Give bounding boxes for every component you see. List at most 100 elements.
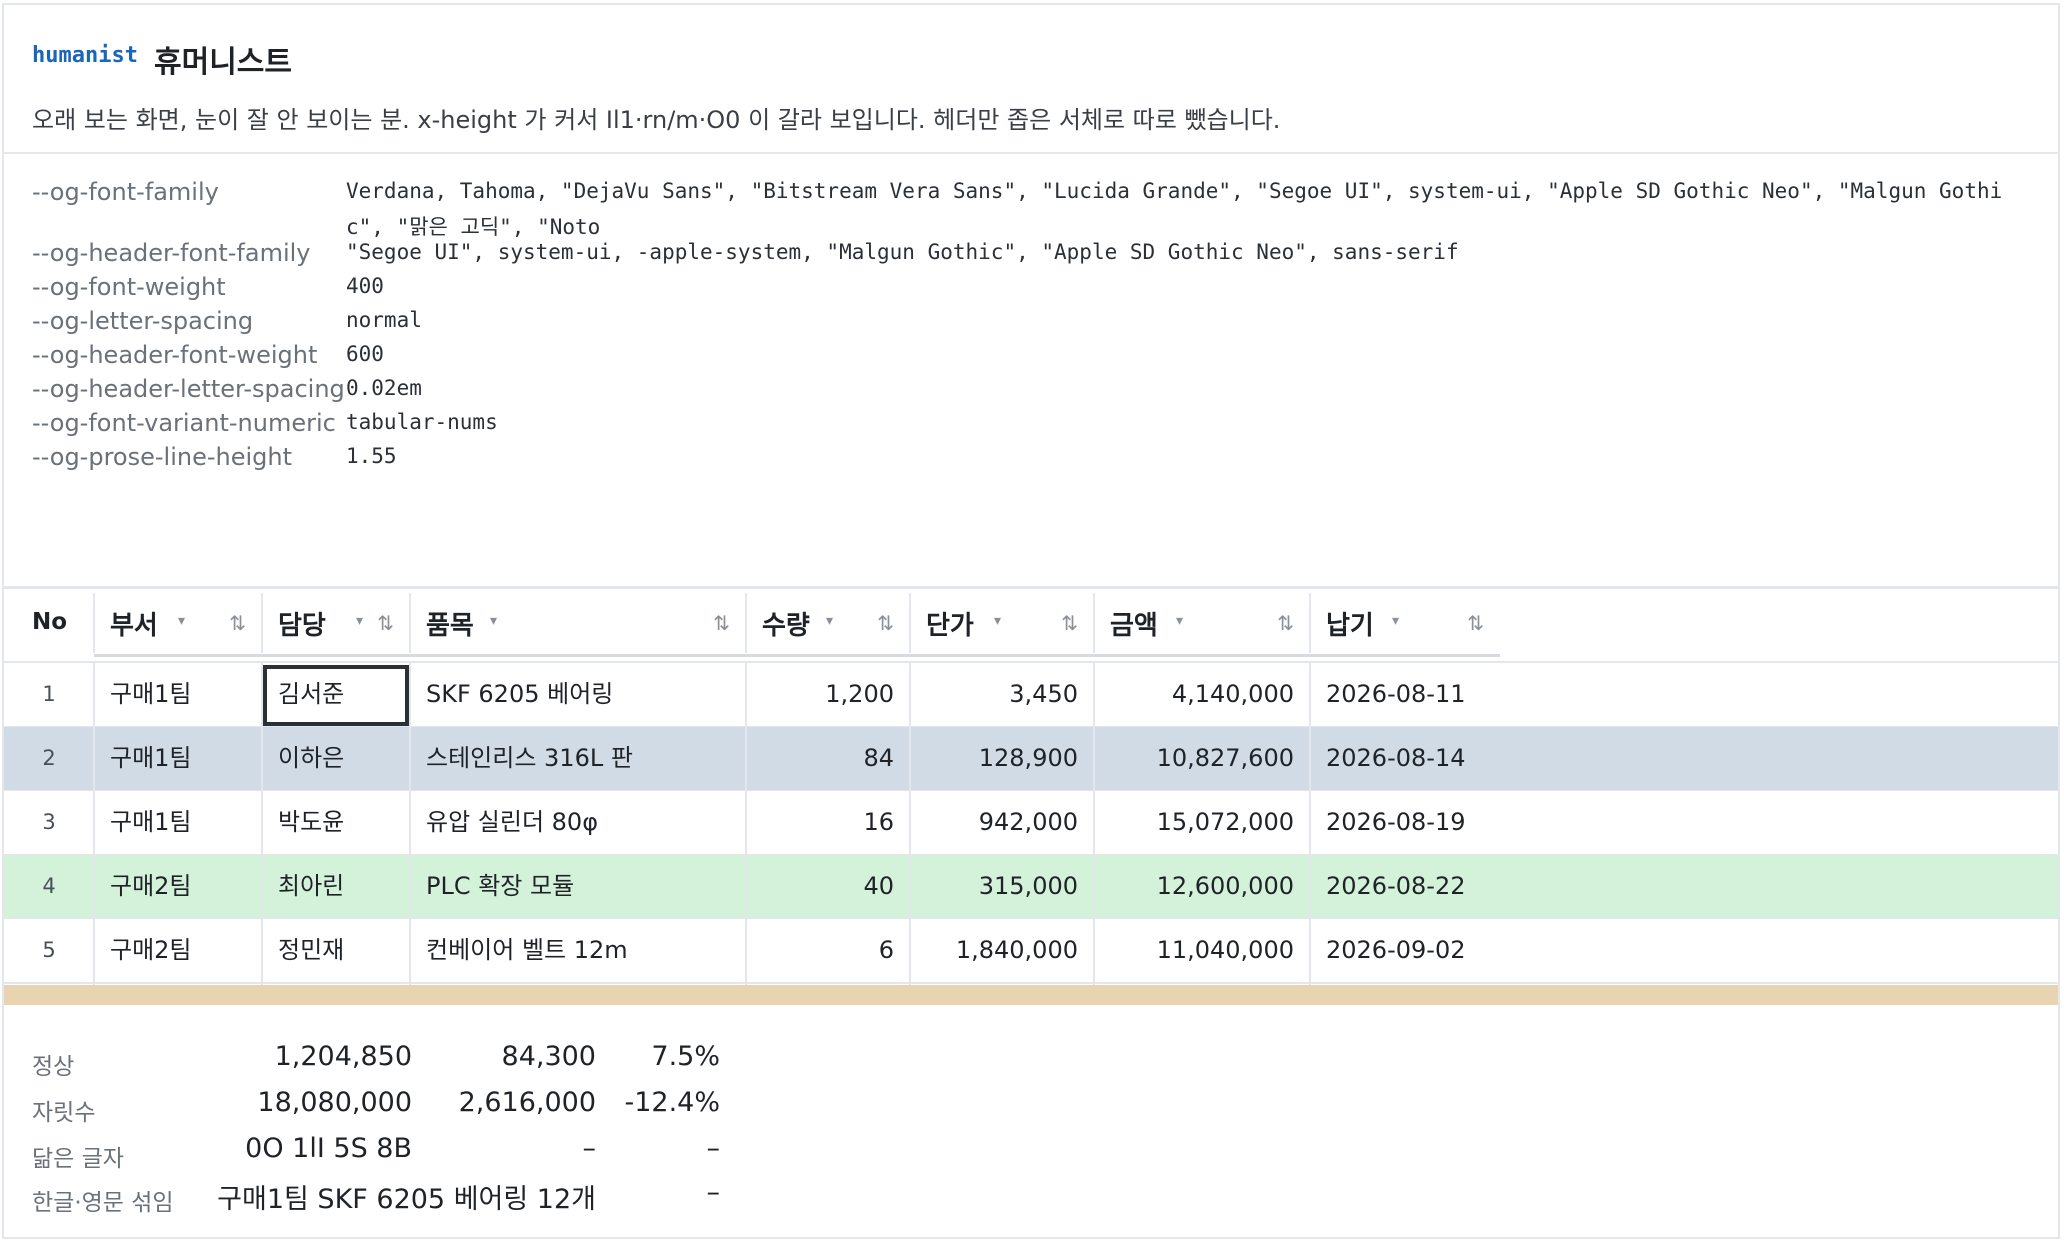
cell-amount[interactable]: 12,600,000 bbox=[1094, 855, 1310, 918]
theme-tag: humanist bbox=[32, 43, 138, 68]
sort-icon[interactable]: ⇅ bbox=[1061, 611, 1078, 635]
filter-caret-icon[interactable]: ▾ bbox=[490, 613, 497, 629]
number-sample-row: 닮은 글자 0O 1lI 5S 8B – – bbox=[4, 1133, 804, 1179]
column-resize-bar[interactable] bbox=[910, 654, 1094, 657]
cell-owner[interactable]: 최아린 bbox=[262, 855, 410, 918]
cell-qty[interactable]: 40 bbox=[746, 855, 910, 918]
filter-caret-icon[interactable]: ▾ bbox=[826, 613, 833, 629]
filter-caret-icon[interactable]: ▾ bbox=[994, 613, 1001, 629]
sample-value-a: 18,080,000 bbox=[257, 1087, 412, 1118]
cell-no[interactable]: 1 bbox=[4, 663, 94, 726]
cell-owner[interactable]: 정민재 bbox=[262, 919, 410, 982]
sample-value-c: – bbox=[706, 1177, 721, 1208]
column-label: 납기 bbox=[1326, 611, 1374, 641]
sample-value-c: -12.4% bbox=[624, 1087, 720, 1118]
variable-value: 0.02em bbox=[346, 376, 422, 400]
filter-caret-icon[interactable]: ▾ bbox=[178, 613, 185, 629]
cell-due[interactable]: 2026-08-22 bbox=[1310, 855, 1500, 918]
cell-no[interactable]: 4 bbox=[4, 855, 94, 918]
cell-amount[interactable]: 15,072,000 bbox=[1094, 791, 1310, 854]
cell-dept[interactable]: 구매1팀 bbox=[94, 663, 262, 726]
cell-owner[interactable]: 이하은 bbox=[262, 727, 410, 790]
cell-amount[interactable]: 10,827,600 bbox=[1094, 727, 1310, 790]
cell-qty[interactable]: 84 bbox=[746, 727, 910, 790]
cell-price[interactable]: 315,000 bbox=[910, 855, 1094, 918]
column-header-qty[interactable]: 수량 ▾ ⇅ bbox=[746, 589, 910, 661]
sample-label: 닮은 글자 bbox=[32, 1146, 124, 1172]
header-divider bbox=[261, 593, 263, 653]
cell-dept[interactable]: 구매1팀 bbox=[94, 791, 262, 854]
number-sample-row: 자릿수 18,080,000 2,616,000 -12.4% bbox=[4, 1087, 804, 1133]
column-header-item[interactable]: 품목 ▾ ⇅ bbox=[410, 589, 746, 661]
filter-caret-icon[interactable]: ▾ bbox=[1176, 613, 1183, 629]
table-row[interactable]: 2 구매1팀 이하은 스테인리스 316L 판 84 128,900 10,827,600 2… bbox=[4, 727, 2058, 792]
cell-no[interactable]: 2 bbox=[4, 727, 94, 790]
cell-qty[interactable]: 1,200 bbox=[746, 663, 910, 726]
theme-title: 휴머니스트 bbox=[154, 45, 292, 80]
data-grid: No 부서 ▾ ⇅ 담당 ▾ ⇅ 품목 ▾ ⇅ 수량 ▾ ⇅ 단가 ▾ ⇅ 금액 ▾ ⇅ 납기 ▾ ⇅ 1 구매1팀 김서준 S… bbox=[4, 589, 2058, 1007]
sort-icon[interactable]: ⇅ bbox=[877, 611, 894, 635]
table-row[interactable]: 3 구매1팀 박도윤 유압 실린더 80φ 16 942,000 15,072,000 202… bbox=[4, 791, 2058, 856]
cell-dept[interactable]: 구매2팀 bbox=[94, 919, 262, 982]
header-divider bbox=[745, 593, 747, 653]
column-resize-bar[interactable] bbox=[94, 654, 262, 657]
cell-price[interactable]: 942,000 bbox=[910, 791, 1094, 854]
cell-qty[interactable]: 6 bbox=[746, 919, 910, 982]
column-resize-bar[interactable] bbox=[746, 654, 910, 657]
variable-value: tabular-nums bbox=[346, 410, 498, 434]
number-sample-row: 정상 1,204,850 84,300 7.5% bbox=[4, 1041, 804, 1087]
cell-amount[interactable]: 4,140,000 bbox=[1094, 663, 1310, 726]
number-samples: 정상 1,204,850 84,300 7.5% 자릿수 18,080,000 2,616,… bbox=[4, 1009, 2058, 1237]
cell-item[interactable]: 컨베이어 벨트 12m bbox=[410, 919, 746, 982]
column-header-amount[interactable]: 금액 ▾ ⇅ bbox=[1094, 589, 1310, 661]
cell-item[interactable]: 스테인리스 316L 판 bbox=[410, 727, 746, 790]
column-label: 담당 bbox=[278, 611, 326, 641]
cell-no[interactable]: 5 bbox=[4, 919, 94, 982]
sort-icon[interactable]: ⇅ bbox=[1277, 611, 1294, 635]
variable-name: --og-font-variant-numeric bbox=[32, 409, 336, 437]
cell-price[interactable]: 3,450 bbox=[910, 663, 1094, 726]
focused-cell-outline[interactable] bbox=[263, 665, 409, 726]
column-resize-bar[interactable] bbox=[1310, 654, 1500, 657]
cell-due[interactable]: 2026-09-02 bbox=[1310, 919, 1500, 982]
number-sample-row: 한글·영문 섞임 구매1팀 SKF 6205 베어링 12개 – bbox=[4, 1177, 804, 1223]
cell-price[interactable]: 1,840,000 bbox=[910, 919, 1094, 982]
sort-icon[interactable]: ⇅ bbox=[377, 611, 394, 635]
cell-qty[interactable]: 16 bbox=[746, 791, 910, 854]
sample-value-b: 84,300 bbox=[501, 1041, 596, 1072]
column-header-owner[interactable]: 담당 ▾ ⇅ bbox=[262, 589, 410, 661]
column-header-due[interactable]: 납기 ▾ ⇅ bbox=[1310, 589, 1500, 661]
cell-price[interactable]: 128,900 bbox=[910, 727, 1094, 790]
cell-item[interactable]: SKF 6205 베어링 bbox=[410, 663, 746, 726]
variable-value: "Segoe UI", system-ui, -apple-system, "M… bbox=[346, 240, 1459, 264]
column-resize-bar[interactable] bbox=[262, 654, 410, 657]
cell-amount[interactable]: 11,040,000 bbox=[1094, 919, 1310, 982]
column-header-price[interactable]: 단가 ▾ ⇅ bbox=[910, 589, 1094, 661]
cell-dept[interactable]: 구매1팀 bbox=[94, 727, 262, 790]
table-row[interactable]: 5 구매2팀 정민재 컨베이어 벨트 12m 6 1,840,000 11,040,000 2… bbox=[4, 919, 2058, 984]
cell-item[interactable]: 유압 실린더 80φ bbox=[410, 791, 746, 854]
filter-caret-icon[interactable]: ▾ bbox=[356, 613, 363, 629]
cell-no[interactable]: 3 bbox=[4, 791, 94, 854]
column-header-no[interactable]: No bbox=[4, 589, 94, 661]
cell-due[interactable]: 2026-08-19 bbox=[1310, 791, 1500, 854]
cell-owner[interactable]: 박도윤 bbox=[262, 791, 410, 854]
table-row[interactable]: 4 구매2팀 최아린 PLC 확장 모듈 40 315,000 12,600,000 2026… bbox=[4, 855, 2058, 920]
cell-due[interactable]: 2026-08-14 bbox=[1310, 727, 1500, 790]
cell-dept[interactable]: 구매2팀 bbox=[94, 855, 262, 918]
column-resize-bar[interactable] bbox=[1094, 654, 1310, 657]
column-label: 수량 bbox=[762, 611, 810, 641]
cell-due[interactable]: 2026-08-11 bbox=[1310, 663, 1500, 726]
filter-caret-icon[interactable]: ▾ bbox=[1392, 613, 1399, 629]
sample-value-c: – bbox=[706, 1133, 721, 1164]
column-resize-bar[interactable] bbox=[410, 654, 746, 657]
sort-icon[interactable]: ⇅ bbox=[713, 611, 730, 635]
sort-icon[interactable]: ⇅ bbox=[1467, 611, 1484, 635]
sample-value-c: 7.5% bbox=[651, 1041, 720, 1072]
column-header-dept[interactable]: 부서 ▾ ⇅ bbox=[94, 589, 262, 661]
header-divider bbox=[1309, 593, 1311, 653]
cell-item[interactable]: PLC 확장 모듈 bbox=[410, 855, 746, 918]
sort-icon[interactable]: ⇅ bbox=[229, 611, 246, 635]
variable-name: --og-font-family bbox=[32, 178, 219, 206]
column-label: 부서 bbox=[110, 611, 158, 641]
